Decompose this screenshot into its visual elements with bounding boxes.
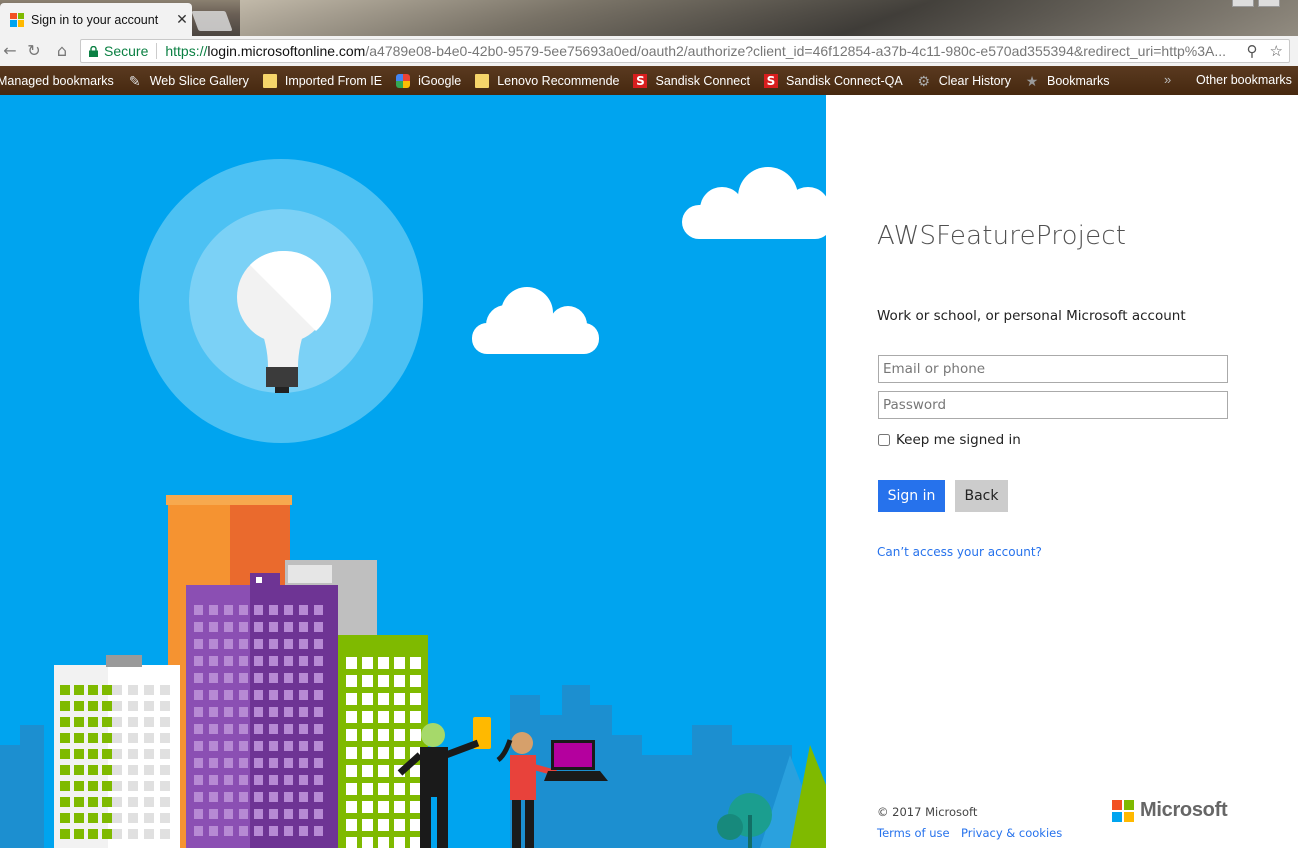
bookmark-label: Clear History (938, 73, 1011, 88)
bookmark-imported-from-ie[interactable]: Imported From IE (262, 73, 383, 88)
bookmark-lenovo[interactable]: Lenovo Recommende (475, 73, 620, 88)
bookmark-label: Bookmarks (1046, 73, 1110, 88)
other-bookmarks[interactable]: Other bookmarks (1196, 73, 1292, 87)
microsoft-brand: Microsoft (1112, 799, 1228, 822)
new-tab-button[interactable] (191, 11, 233, 31)
reload-icon[interactable]: ↻ (24, 41, 44, 61)
other-bookmarks-label: Other bookmarks (1196, 73, 1292, 87)
email-field[interactable] (878, 355, 1228, 383)
sign-in-illustration (0, 95, 826, 848)
browser-toolbar: ← ↻ ⌂ Secure https://login.microsoftonli… (0, 36, 1298, 66)
password-field[interactable] (878, 391, 1228, 419)
url-host: login.microsoftonline.com (207, 43, 366, 59)
copyright-text: © 2017 Microsoft (877, 805, 978, 819)
theme-background (240, 0, 1298, 36)
tenant-title: AWSFeatureProject (877, 221, 1127, 251)
maximize-button[interactable] (1258, 0, 1280, 7)
bookmark-label: iGoogle (418, 73, 462, 88)
folder-icon (475, 73, 490, 88)
microsoft-logo-icon (1112, 799, 1134, 822)
sandisk-icon: S (764, 73, 778, 88)
microsoft-favicon-icon (10, 12, 24, 27)
gear-icon: ⚙ (917, 72, 931, 89)
tab-close-icon[interactable]: ✕ (172, 12, 192, 28)
keep-signed-in-checkbox[interactable] (878, 434, 890, 446)
url-scheme: https:// (165, 43, 208, 59)
city-illustration (0, 159, 826, 848)
bookmark-label: Web Slice Gallery (149, 73, 249, 88)
browser-tab-strip: Sign in to your account ✕ (0, 0, 1298, 36)
bookmark-label: Lenovo Recommende (497, 73, 620, 88)
bookmark-igoogle[interactable]: iGoogle (396, 73, 462, 88)
bookmark-label: Managed bookmarks (0, 73, 114, 88)
grey-building-top (288, 565, 332, 583)
bookmark-label: Sandisk Connect-QA (786, 73, 903, 88)
bookmark-web-slice-gallery[interactable]: ✎ Web Slice Gallery (128, 74, 249, 88)
bookmark-label: Imported From IE (284, 73, 383, 88)
bookmark-sandisk-connect[interactable]: S Sandisk Connect (633, 73, 750, 88)
omnibox-actions: ⚲ ☆ (1240, 42, 1283, 60)
terms-of-use-link[interactable]: Terms of use (877, 826, 950, 840)
bookmark-sandisk-connect-qa[interactable]: S Sandisk Connect-QA (764, 73, 903, 88)
folder-icon (262, 73, 277, 88)
lock-icon (89, 45, 98, 57)
bookmark-label: Sandisk Connect (655, 73, 750, 88)
google-icon (396, 73, 411, 88)
microsoft-wordmark: Microsoft (1140, 799, 1228, 821)
address-separator (156, 43, 158, 59)
web-slice-icon: ✎ (128, 72, 141, 89)
bookmarks-overflow-icon[interactable]: » (1164, 72, 1171, 87)
account-type-label: Work or school, or personal Microsoft ac… (877, 308, 1186, 324)
bookmark-bookmarks[interactable]: ★ Bookmarks (1025, 74, 1110, 88)
bookmark-managed[interactable]: Managed bookmarks (0, 74, 114, 88)
pin-icon[interactable]: ⚲ (1247, 42, 1258, 60)
tab-title: Sign in to your account (31, 12, 159, 27)
back-arrow-icon[interactable]: ← (0, 41, 20, 61)
privacy-cookies-link[interactable]: Privacy & cookies (961, 826, 1062, 840)
minimize-button[interactable] (1232, 0, 1254, 7)
url-path: /a4789e08-b4e0-42b0-9579-5ee75693a0ed/oa… (365, 43, 1227, 59)
sign-in-button[interactable]: Sign in (878, 480, 945, 512)
browser-tab-active[interactable]: Sign in to your account ✕ (0, 3, 192, 36)
address-bar[interactable]: Secure https://login.microsoftonline.com… (80, 39, 1290, 63)
keep-signed-in-label: Keep me signed in (896, 432, 1021, 448)
cloud-left (472, 287, 599, 354)
cloud-right (682, 167, 826, 239)
bookmarks-bar: Managed bookmarks ✎ Web Slice Gallery Im… (0, 66, 1298, 95)
bookmark-clear-history[interactable]: ⚙ Clear History (917, 74, 1011, 88)
home-icon[interactable]: ⌂ (52, 41, 72, 61)
star-icon: ★ (1025, 72, 1039, 89)
secure-label: Secure (104, 43, 149, 59)
keep-signed-in-row[interactable]: Keep me signed in (878, 432, 1021, 448)
sandisk-icon: S (633, 73, 648, 88)
cant-access-account-link[interactable]: Can’t access your account? (877, 545, 1042, 559)
sign-in-panel: AWSFeatureProject Work or school, or per… (826, 95, 1298, 848)
back-button[interactable]: Back (955, 480, 1008, 512)
bookmark-star-icon[interactable]: ☆ (1270, 42, 1283, 60)
